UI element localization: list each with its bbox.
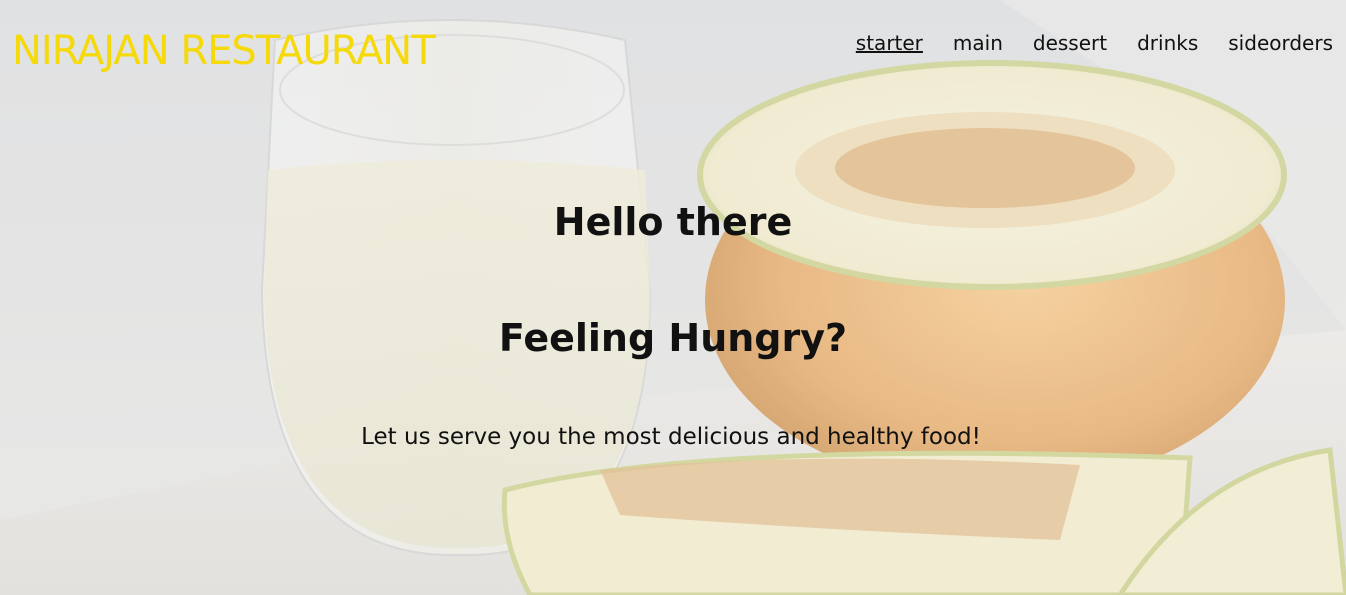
nav-item-sideorders: sideorders (1228, 31, 1333, 55)
nav-item-main: main (953, 31, 1003, 55)
nav-link-sideorders[interactable]: sideorders (1228, 31, 1333, 55)
nav-link-drinks[interactable]: drinks (1137, 31, 1198, 55)
nav-item-drinks: drinks (1137, 31, 1198, 55)
nav-item-dessert: dessert (1033, 31, 1107, 55)
navbar: NIRAJAN RESTAURANT starter main dessert … (0, 0, 1346, 90)
hero-greeting: Hello there (553, 200, 793, 244)
hero-question: Feeling Hungry? (498, 316, 848, 360)
nav-item-starter: starter (856, 31, 923, 55)
nav-link-starter[interactable]: starter (856, 31, 923, 55)
hero-section: NIRAJAN RESTAURANT starter main dessert … (0, 0, 1346, 595)
nav-menu: starter main dessert drinks sideorders (856, 31, 1333, 55)
nav-link-main[interactable]: main (953, 31, 1003, 55)
brand-logo-link[interactable]: NIRAJAN RESTAURANT (12, 28, 436, 74)
hero-tagline: Let us serve you the most delicious and … (361, 424, 981, 450)
nav-link-dessert[interactable]: dessert (1033, 31, 1107, 55)
